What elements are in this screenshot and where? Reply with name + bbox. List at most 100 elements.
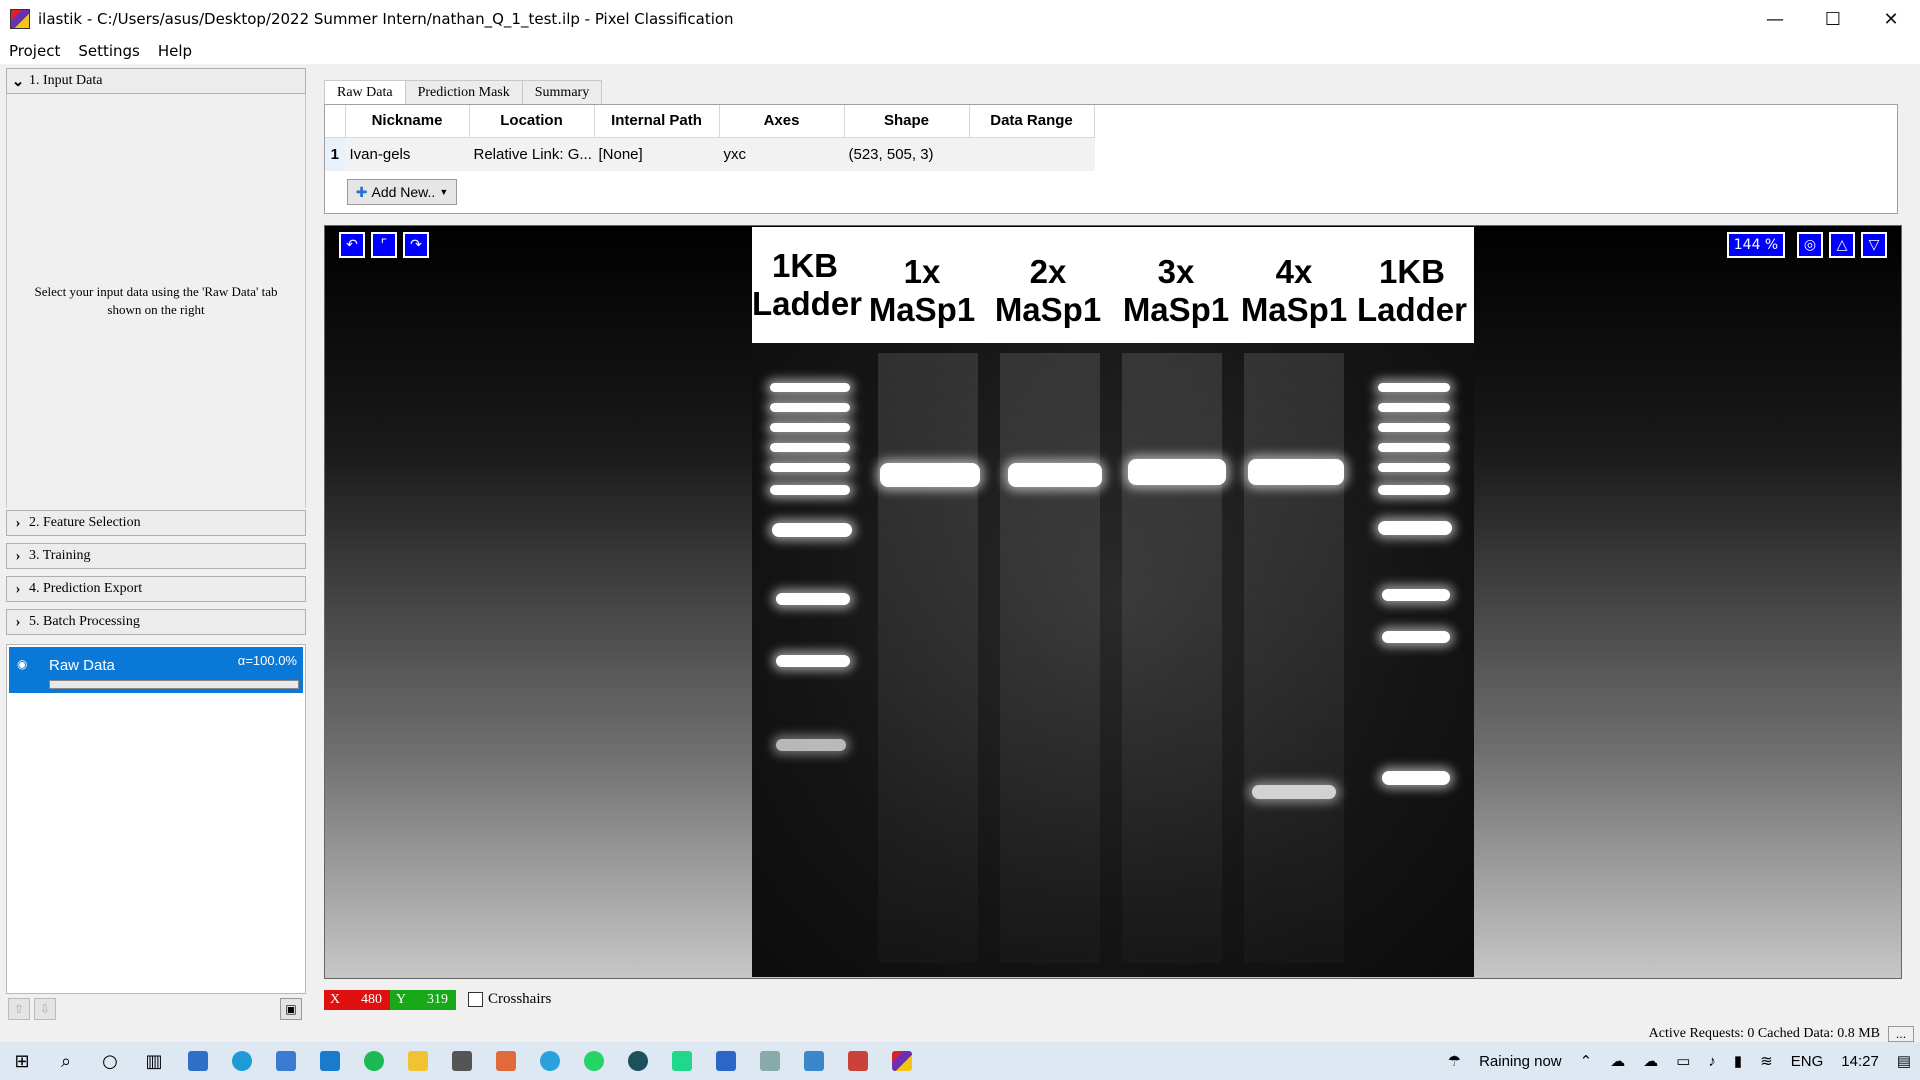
- search-icon[interactable]: ⌕: [44, 1042, 88, 1080]
- cell-shape[interactable]: (523, 505, 3): [844, 137, 970, 171]
- layer-raw-data[interactable]: ◉ Raw Data α=100.0%: [9, 647, 303, 693]
- drawer-feature-selection[interactable]: › 2. Feature Selection: [6, 510, 306, 536]
- battery-icon[interactable]: ▮: [1734, 1052, 1742, 1070]
- app-icon[interactable]: [836, 1042, 880, 1080]
- app-icon[interactable]: [616, 1042, 660, 1080]
- notifications-icon[interactable]: ▤: [1897, 1052, 1911, 1070]
- cell-axes[interactable]: yxc: [719, 137, 845, 171]
- spotify-icon[interactable]: [352, 1042, 396, 1080]
- menu-project[interactable]: Project: [0, 42, 69, 60]
- layer-name: Raw Data: [49, 657, 115, 674]
- ladder-band: [770, 485, 850, 495]
- tab-prediction-mask[interactable]: Prediction Mask: [404, 80, 523, 104]
- cell-location[interactable]: Relative Link: G...: [469, 137, 595, 171]
- ladder-band: [776, 593, 850, 605]
- close-button[interactable]: ✕: [1862, 0, 1920, 38]
- hint-text: Select your input data using the 'Raw Da…: [34, 284, 278, 317]
- windows-start-icon[interactable]: ⊞: [0, 1042, 44, 1080]
- layer-opacity-slider[interactable]: [49, 680, 299, 689]
- volume-icon[interactable]: ♪: [1708, 1053, 1716, 1070]
- table-header: Nickname Location Internal Path Axes Sha…: [325, 105, 1095, 138]
- clock[interactable]: 14:27: [1841, 1053, 1879, 1070]
- ladder-band: [770, 383, 850, 392]
- weather-text[interactable]: Raining now: [1479, 1053, 1562, 1070]
- checkbox[interactable]: [468, 992, 483, 1007]
- drawer-input-data[interactable]: ⌄ 1. Input Data: [6, 68, 306, 94]
- chevron-up-icon[interactable]: ⌃: [1580, 1052, 1593, 1070]
- tab-raw-data[interactable]: Raw Data: [324, 80, 406, 105]
- applet-drawer-panel: ⌄ 1. Input Data Select your input data u…: [6, 68, 306, 1020]
- opacity-fill: [50, 681, 298, 688]
- ladder-band: [1378, 463, 1450, 472]
- pycharm-icon[interactable]: [660, 1042, 704, 1080]
- minimize-button[interactable]: —: [1746, 0, 1804, 38]
- gel-photo: [752, 343, 1474, 977]
- swap-axes-button[interactable]: ⌜: [371, 232, 397, 258]
- tab-summary[interactable]: Summary: [521, 80, 603, 104]
- col-axes[interactable]: Axes: [719, 105, 845, 138]
- cell-nickname[interactable]: Ivan-gels: [345, 137, 470, 171]
- game-icon[interactable]: [440, 1042, 484, 1080]
- task-view-icon[interactable]: ▥: [132, 1042, 176, 1080]
- cloud-icon[interactable]: ☁: [1610, 1052, 1625, 1070]
- col-data-range[interactable]: Data Range: [969, 105, 1095, 138]
- sample-band-2x: [1008, 463, 1102, 487]
- chevron-right-icon: ›: [15, 514, 21, 531]
- title-bar: ilastik - C:/Users/asus/Desktop/2022 Sum…: [0, 0, 1920, 38]
- app-icon[interactable]: [484, 1042, 528, 1080]
- drawer-batch-processing[interactable]: › 5. Batch Processing: [6, 609, 306, 635]
- table-row[interactable]: 1 Ivan-gels Relative Link: G... [None] y…: [325, 137, 1095, 171]
- edge-icon[interactable]: [220, 1042, 264, 1080]
- mail-icon[interactable]: [176, 1042, 220, 1080]
- col-nickname[interactable]: Nickname: [345, 105, 470, 138]
- wifi-icon[interactable]: ≋: [1760, 1052, 1773, 1070]
- minimize-view-icon[interactable]: ▽: [1861, 232, 1887, 258]
- vscode-icon[interactable]: [308, 1042, 352, 1080]
- ladder-band: [1378, 521, 1452, 535]
- drawer-training[interactable]: › 3. Training: [6, 543, 306, 569]
- camera-icon[interactable]: ◎: [1797, 232, 1823, 258]
- app-icon[interactable]: [704, 1042, 748, 1080]
- telegram-icon[interactable]: [528, 1042, 572, 1080]
- image-viewer[interactable]: ↶ ⌜ ↷ 144 % ◎ △ ▽ 1KB Ladder 1x MaSp1 2x Ma…: [324, 225, 1902, 979]
- rotate-left-button[interactable]: ↶: [339, 232, 365, 258]
- onedrive-icon[interactable]: ☁: [1643, 1052, 1658, 1070]
- col-location[interactable]: Location: [469, 105, 595, 138]
- maximize-view-icon[interactable]: △: [1829, 232, 1855, 258]
- ladder-band: [770, 463, 850, 472]
- col-internal-path[interactable]: Internal Path: [594, 105, 720, 138]
- corner-cell: [325, 105, 346, 138]
- notes-icon[interactable]: [748, 1042, 792, 1080]
- layer-up-button[interactable]: ⇧: [8, 998, 30, 1020]
- calendar-icon[interactable]: [264, 1042, 308, 1080]
- weather-icon[interactable]: ☂: [1448, 1052, 1461, 1070]
- col-shape[interactable]: Shape: [844, 105, 970, 138]
- row-index[interactable]: 1: [325, 137, 346, 171]
- cortana-icon[interactable]: ○: [88, 1042, 132, 1080]
- ladder-band: [1378, 443, 1450, 452]
- crosshairs-checkbox[interactable]: Crosshairs: [468, 991, 551, 1008]
- cell-internal-path[interactable]: [None]: [594, 137, 720, 171]
- ladder-band: [776, 739, 846, 751]
- menu-help[interactable]: Help: [149, 42, 201, 60]
- whatsapp-icon[interactable]: [572, 1042, 616, 1080]
- monitor-icon[interactable]: ▭: [1676, 1052, 1690, 1070]
- lane-label-6: 1KB Ladder: [1356, 253, 1468, 328]
- drawer-prediction-export[interactable]: › 4. Prediction Export: [6, 576, 306, 602]
- cell-data-range[interactable]: [969, 137, 1095, 171]
- add-new-button[interactable]: ✚ Add New.. ▼: [347, 179, 457, 205]
- file-explorer-icon[interactable]: [396, 1042, 440, 1080]
- rotate-right-button[interactable]: ↷: [403, 232, 429, 258]
- maximize-button[interactable]: ☐: [1804, 0, 1862, 38]
- layer-export-button[interactable]: ▣: [280, 998, 302, 1020]
- menu-settings[interactable]: Settings: [69, 42, 149, 60]
- language-indicator[interactable]: ENG: [1791, 1053, 1824, 1070]
- ilastik-taskbar-icon[interactable]: [880, 1042, 924, 1080]
- zoom-level-indicator[interactable]: 144 %: [1727, 232, 1785, 258]
- ladder-band: [1382, 771, 1450, 785]
- cache-status: Active Requests: 0 Cached Data: 0.8 MB: [1648, 1026, 1880, 1041]
- status-more-button[interactable]: ...: [1888, 1026, 1914, 1042]
- app-icon[interactable]: [792, 1042, 836, 1080]
- eye-icon[interactable]: ◉: [17, 657, 27, 671]
- layer-down-button[interactable]: ⇩: [34, 998, 56, 1020]
